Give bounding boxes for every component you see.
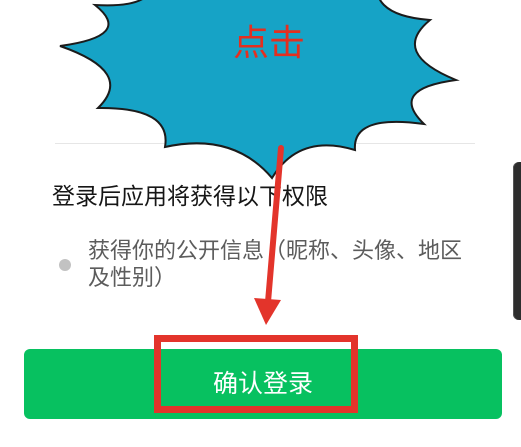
- bullet-dot-icon: [59, 259, 71, 271]
- permission-item-text: 获得你的公开信息（昵称、头像、地区及性别）: [88, 239, 463, 291]
- side-edge-handle[interactable]: [513, 162, 521, 320]
- authorization-page: 登录后应用将获得以下权限 获得你的公开信息（昵称、头像、地区及性别） 确认登录 …: [0, 0, 521, 447]
- arrow-head-icon: [254, 298, 281, 325]
- callout-text: 点击: [233, 23, 305, 64]
- confirm-login-button[interactable]: 确认登录: [24, 349, 502, 419]
- callout-starburst: [59, 0, 460, 180]
- divider: [55, 143, 475, 144]
- permission-item: 获得你的公开信息（昵称、头像、地区及性别）: [59, 238, 479, 292]
- annotation-arrow: [254, 145, 284, 325]
- permissions-heading: 登录后应用将获得以下权限: [52, 184, 328, 210]
